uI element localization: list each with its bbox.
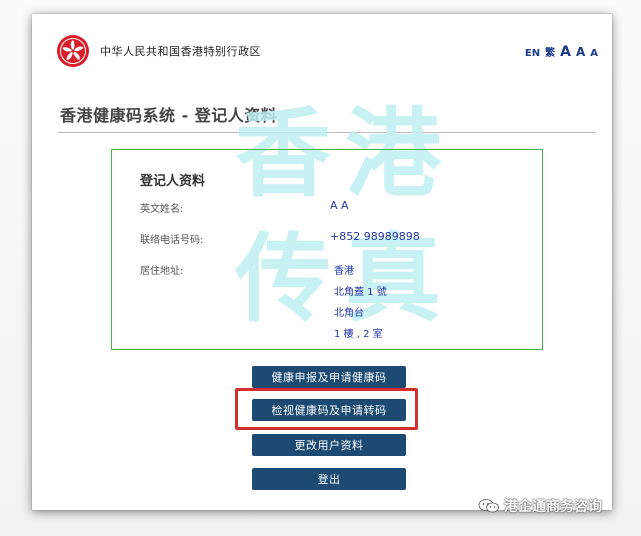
font-size-small-button[interactable]: A [590,48,598,59]
language-font-toolbar: EN 繁 A A A [525,44,598,60]
address-line: 香港 [334,266,354,277]
font-size-large-button[interactable]: A [560,44,571,60]
government-name: 中华人民共和国香港特别行政区 [100,45,261,58]
registrant-info-box: 登记人资料 英文姓名: A A 联络电话号码: +852 98989898 居住… [111,149,543,350]
page-card: 中华人民共和国香港特别行政区 EN 繁 A A A 香港健康码系统 - 登记人资… [32,14,612,510]
logout-button[interactable]: 登出 [252,468,406,490]
wechat-account-name: 港企通商务咨询 [504,499,602,515]
language-traditional-link[interactable]: 繁 [545,44,555,59]
wechat-icon [478,499,499,513]
address-line: 北角蓋 1 號 [334,287,387,298]
title-divider [58,132,596,133]
address-line: 1 樓 , 2 室 [334,329,383,340]
bauhinia-emblem-icon [57,35,89,67]
page-title: 香港健康码系统 - 登记人资料 [60,106,278,125]
health-declaration-button[interactable]: 健康申报及申请健康码 [252,366,406,388]
registrant-section-title: 登记人资料 [140,174,206,189]
english-name-label: 英文姓名: [140,204,184,215]
phone-label: 联络电话号码: [140,235,204,246]
font-size-medium-button[interactable]: A [576,45,585,59]
wechat-account-watermark: 港企通商务咨询 [478,496,602,516]
english-name-value: A A [330,199,349,212]
language-english-link[interactable]: EN [525,48,540,59]
gov-header: 中华人民共和国香港特别行政区 [56,34,261,68]
screenshot-stage: 中华人民共和国香港特别行政区 EN 繁 A A A 香港健康码系统 - 登记人资… [0,0,641,536]
edit-profile-button[interactable]: 更改用户资料 [252,434,406,456]
address-line: 北角台 [334,308,364,319]
address-label: 居住地址: [140,266,184,277]
phone-value: +852 98989898 [330,230,420,243]
view-health-code-button[interactable]: 检视健康码及申请转码 [252,399,406,421]
